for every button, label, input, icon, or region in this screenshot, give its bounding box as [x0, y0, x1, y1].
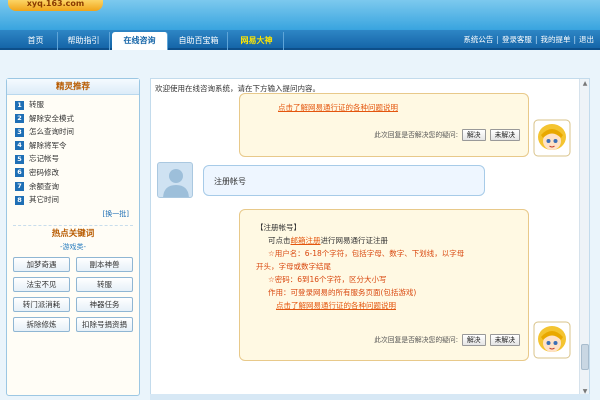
bot-message-bubble: 点击了解网易通行证的各种问题说明 此次回复是否解决您的疑问: 解决 未解决: [239, 93, 529, 157]
answer-title: 【注册帐号】: [256, 223, 301, 232]
site-header: xyq.163.com: [0, 0, 600, 30]
faq-item[interactable]: 5 忘记帐号: [7, 152, 139, 166]
assistant-avatar-icon: [533, 321, 571, 359]
tab-home[interactable]: 首页: [14, 32, 58, 50]
faq-number: 7: [15, 182, 24, 192]
faq-item[interactable]: 4 解除将军令: [7, 139, 139, 153]
keyword-button[interactable]: 加梦奇遇: [13, 256, 70, 272]
unsolved-button[interactable]: 未解决: [489, 334, 520, 346]
answer-line: 开头，字母或数字结尾: [256, 262, 331, 271]
faq-number: 3: [15, 127, 24, 137]
solved-button[interactable]: 解决: [462, 334, 486, 346]
chat-scrollbar[interactable]: ▲ ▼: [579, 79, 589, 397]
answer-line: 可点击邮箱注册进行网易通行证注册: [268, 235, 388, 246]
keyword-button[interactable]: 神器任务: [76, 296, 133, 312]
keyword-grid: 加梦奇遇 副本神兽 法宝不见 转服 转门派消耗 神器任务 拆除修炼 扣除号捐资捐: [7, 253, 139, 332]
faq-number: 1: [15, 100, 24, 110]
user-avatar-icon: [157, 162, 193, 198]
faq-number: 4: [15, 141, 24, 151]
bot-message-bubble: 【注册帐号】 可点击邮箱注册进行网易通行证注册 ☆用户名：6-18个字符，包括字…: [239, 209, 529, 361]
solved-button[interactable]: 解决: [462, 129, 486, 141]
email-register-link[interactable]: 邮箱注册: [291, 236, 321, 245]
faq-item[interactable]: 2 解除安全模式: [7, 112, 139, 126]
keyword-button[interactable]: 扣除号捐资捐: [76, 316, 133, 332]
scroll-up-arrow-icon[interactable]: ▲: [581, 80, 589, 88]
tab-help-guide[interactable]: 帮助指引: [58, 32, 110, 50]
assistant-avatar-icon: [533, 119, 571, 157]
link-system-notice[interactable]: 系统公告: [463, 35, 493, 44]
faq-label: 解除将军令: [29, 140, 67, 150]
keyword-button[interactable]: 副本神兽: [76, 256, 133, 272]
faq-item[interactable]: 7 余额查询: [7, 180, 139, 194]
input-area-edge: [150, 394, 590, 400]
keyword-button[interactable]: 转门派消耗: [13, 296, 70, 312]
keyword-button[interactable]: 法宝不见: [13, 276, 70, 292]
tab-netease-dashen[interactable]: 网易大神: [230, 32, 284, 50]
faq-number: 6: [15, 168, 24, 178]
bot-message-link-row: 点击了解网易通行证的各种问题说明: [276, 300, 396, 311]
faq-label: 密码修改: [29, 167, 59, 177]
tab-self-service[interactable]: 自助百宝箱: [170, 32, 228, 50]
tab-online-consult[interactable]: 在线咨询: [112, 32, 168, 50]
answer-line: ☆密码：6到16个字符，区分大小写: [268, 275, 387, 284]
answer-line: ☆用户名：6-18个字符，包括字母、数字、下划线，以字母: [268, 249, 465, 258]
sidebar-title: 精灵推荐: [7, 79, 139, 95]
faq-label: 转服: [29, 100, 44, 109]
faq-number: 8: [15, 195, 24, 205]
link-login-service[interactable]: 登录客服: [502, 35, 532, 44]
feedback-row: 此次回复是否解决您的疑问: 解决 未解决: [374, 129, 520, 141]
faq-label: 其它时间: [29, 195, 59, 205]
faq-label: 解除安全模式: [29, 113, 74, 123]
faq-guide-link[interactable]: 点击了解网易通行证的各种问题说明: [278, 103, 398, 112]
faq-label: 怎么查询时间: [29, 127, 74, 137]
answer-line: 作用：可登录网易的所有服务页面(包括游戏): [268, 288, 417, 297]
main-nav: 首页 帮助指引 在线咨询 自助百宝箱 网易大神 系统公告 | 登录客服 | 我的提单 | 退…: [0, 30, 600, 50]
feedback-question: 此次回复是否解决您的疑问:: [374, 336, 459, 344]
keyword-button[interactable]: 拆除修炼: [13, 316, 70, 332]
answer-text: 可点击: [268, 236, 291, 245]
bot-message-link-row: 点击了解网易通行证的各种问题说明: [278, 102, 398, 113]
sidebar: 精灵推荐 1 转服 2 解除安全模式 3 怎么查询时间 4 解除将军令 5 忘记帐号 6密…: [6, 78, 140, 396]
keyword-button[interactable]: 转服: [76, 276, 133, 292]
faq-label: 忘记帐号: [29, 154, 59, 164]
faq-item[interactable]: 6 密码修改: [7, 166, 139, 180]
faq-item[interactable]: 1 转服: [7, 98, 139, 112]
chat-window: 欢迎使用在线咨询系统，请在下方输入提问内容。 点击了解网易通行证的各种问题说明 …: [150, 78, 590, 398]
answer-text: 进行网易通行证注册: [320, 236, 389, 245]
faq-number: 2: [15, 114, 24, 124]
site-logo[interactable]: xyq.163.com: [8, 0, 103, 11]
user-message-text: 注册帐号: [214, 177, 246, 186]
scroll-thumb[interactable]: [581, 344, 589, 370]
link-logout[interactable]: 退出: [579, 35, 594, 44]
link-my-tickets[interactable]: 我的提单: [540, 35, 570, 44]
faq-guide-link[interactable]: 点击了解网易通行证的各种问题说明: [276, 301, 396, 310]
faq-item[interactable]: 3 怎么查询时间: [7, 125, 139, 139]
hot-keywords-subtitle: -游戏类-: [59, 242, 87, 251]
switch-batch-link[interactable]: [换一批]: [7, 207, 139, 221]
feedback-question: 此次回复是否解决您的疑问:: [374, 131, 459, 139]
unsolved-button[interactable]: 未解决: [489, 129, 520, 141]
feedback-row: 此次回复是否解决您的疑问: 解决 未解决: [374, 334, 520, 346]
faq-number: 5: [15, 154, 24, 164]
nav-right-links: 系统公告 | 登录客服 | 我的提单 | 退出: [463, 35, 594, 44]
faq-label: 余额查询: [29, 181, 59, 191]
hot-keywords-title: 热点关键词: [13, 224, 133, 241]
faq-item[interactable]: 8 其它时间: [7, 193, 139, 207]
